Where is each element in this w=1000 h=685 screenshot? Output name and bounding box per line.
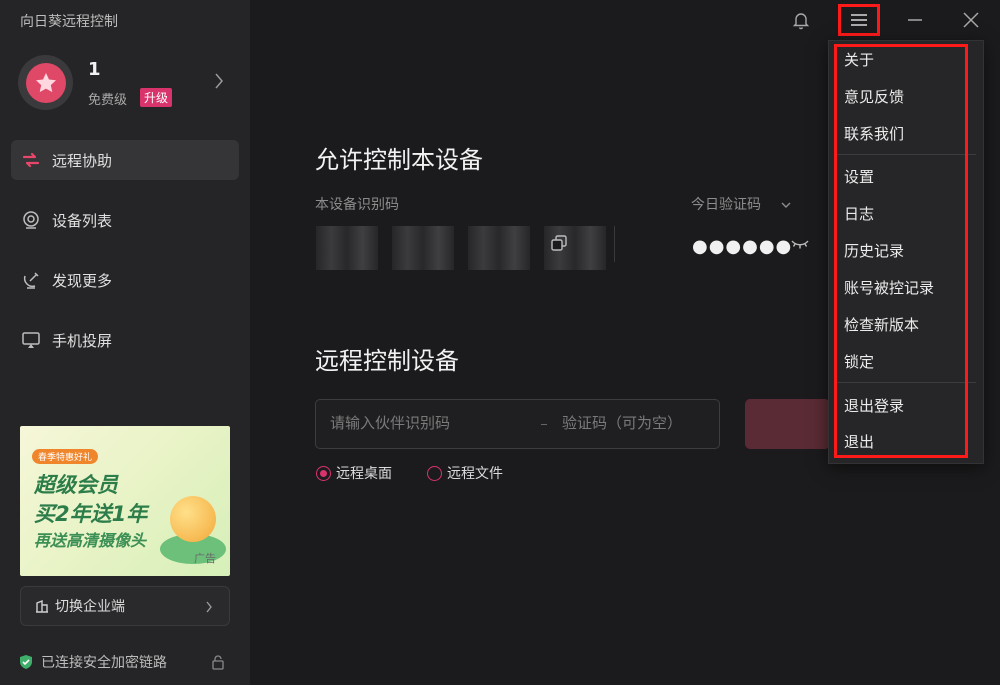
menu-item-log[interactable]: 日志 <box>844 202 964 226</box>
ad-logo-icon <box>170 496 216 542</box>
sidebar-item-remote-assist[interactable]: 远程协助 <box>11 140 239 180</box>
menu-item-feedback[interactable]: 意见反馈 <box>844 85 964 109</box>
secure-status: 已连接安全加密链路 <box>18 652 167 672</box>
menu-item-exit[interactable]: 退出 <box>844 430 964 454</box>
sidebar-item-label: 手机投屏 <box>52 331 113 350</box>
sidebar-item-label: 发现更多 <box>52 271 113 290</box>
menu-item-contact[interactable]: 联系我们 <box>844 122 964 146</box>
radio-checked-icon <box>316 465 331 481</box>
remote-control-title: 远程控制设备 <box>315 347 459 375</box>
device-id-label: 本设备识别码 <box>315 197 399 213</box>
radio-remote-file[interactable]: 远程文件 <box>427 463 503 483</box>
connect-button[interactable] <box>745 399 830 449</box>
sidebar-item-label: 设备列表 <box>52 211 113 230</box>
bell-icon[interactable] <box>791 10 811 30</box>
eye-hidden-icon[interactable] <box>790 237 810 251</box>
device-list-icon <box>21 210 41 230</box>
chevron-right-icon[interactable] <box>214 72 224 90</box>
copy-icon[interactable] <box>550 234 568 252</box>
sidebar-item-device-list[interactable]: 设备列表 <box>11 200 239 240</box>
radio-unchecked-icon <box>427 465 442 481</box>
star-icon <box>25 62 66 103</box>
chevron-right-icon <box>206 601 212 613</box>
menu-item-account-control-log[interactable]: 账号被控记录 <box>844 276 964 300</box>
sidebar-item-label: 远程协助 <box>52 151 113 170</box>
minimize-icon[interactable] <box>906 10 924 30</box>
hamburger-icon <box>851 14 867 26</box>
menu-item-check-update[interactable]: 检查新版本 <box>844 313 964 337</box>
menu-button[interactable] <box>838 4 880 36</box>
partner-input-group <box>315 399 720 449</box>
today-code-label[interactable]: 今日验证码 <box>691 194 761 214</box>
menu-item-lock[interactable]: 锁定 <box>844 350 964 374</box>
lock-icon[interactable] <box>210 654 226 670</box>
ad-tag: 春季特惠好礼 <box>32 449 99 464</box>
redacted-block <box>392 226 454 270</box>
secure-status-label: 已连接安全加密链路 <box>41 655 167 671</box>
radio-label: 远程文件 <box>447 466 503 482</box>
menu-item-logout[interactable]: 退出登录 <box>844 394 964 418</box>
shield-check-icon <box>20 655 32 669</box>
switch-enterprise-button[interactable]: 切换企业端 <box>20 586 230 626</box>
sidebar-item-screen-cast[interactable]: 手机投屏 <box>11 320 239 360</box>
redacted-block <box>468 226 530 270</box>
radio-label: 远程桌面 <box>336 466 392 482</box>
avatar[interactable] <box>18 55 73 110</box>
allow-control-title: 允许控制本设备 <box>315 146 483 174</box>
menu-item-history[interactable]: 历史记录 <box>844 239 964 263</box>
user-name: 1 <box>88 59 101 80</box>
verification-code-value: ●●●●●● <box>692 236 793 257</box>
redacted-block <box>316 226 378 270</box>
switch-enterprise-label: 切换企业端 <box>55 599 125 615</box>
chevron-down-icon[interactable] <box>780 201 792 209</box>
menu-item-about[interactable]: 关于 <box>844 48 964 72</box>
ad-label: 广告 <box>194 552 216 565</box>
ad-offer: 买2年送1年 <box>34 502 148 526</box>
verification-code-input[interactable] <box>562 414 712 432</box>
upgrade-badge[interactable]: 升级 <box>140 88 173 107</box>
menu-divider <box>836 382 976 383</box>
menu-divider <box>836 154 976 155</box>
partner-id-input[interactable] <box>330 414 520 432</box>
input-separator <box>541 424 547 425</box>
user-level: 免费级 <box>88 93 128 108</box>
ad-headline: 超级会员 <box>34 473 118 497</box>
app-title: 向日葵远程控制 <box>20 14 118 30</box>
remote-assist-icon <box>21 150 41 170</box>
divider <box>614 226 615 262</box>
close-icon[interactable] <box>962 11 980 29</box>
sidebar-item-discover[interactable]: 发现更多 <box>11 260 239 300</box>
building-icon <box>36 599 48 613</box>
ad-bonus: 再送高清摄像头 <box>34 531 147 550</box>
sidebar: 向日葵远程控制 1 免费级 升级 远程协助 设备列表 发现更多 手机投屏 春季特… <box>0 0 250 685</box>
discover-icon <box>21 270 41 290</box>
ad-banner[interactable]: 春季特惠好礼 超级会员 买2年送1年 再送高清摄像头 广告 <box>20 426 230 576</box>
radio-remote-desktop[interactable]: 远程桌面 <box>316 463 392 483</box>
menu-item-settings[interactable]: 设置 <box>844 165 964 189</box>
screen-cast-icon <box>21 330 41 350</box>
